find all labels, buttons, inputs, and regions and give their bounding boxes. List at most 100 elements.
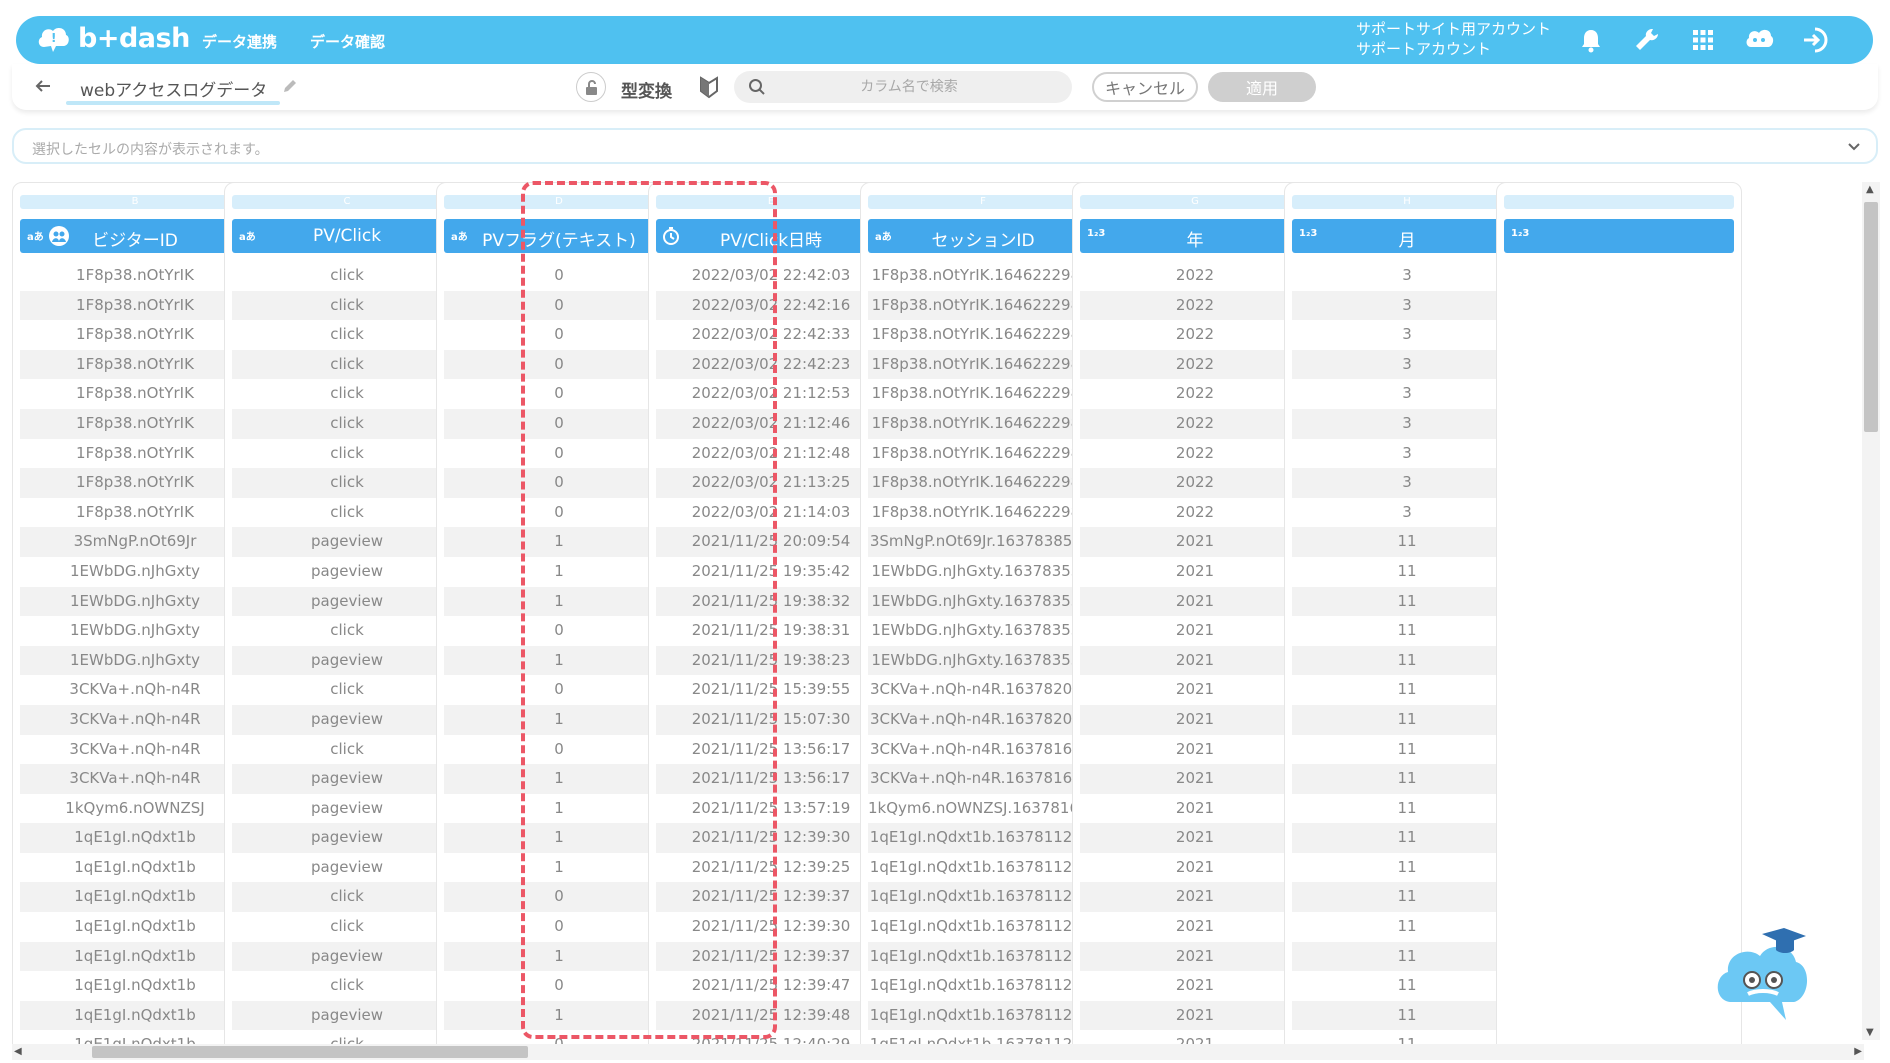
table-cell[interactable]: 3 [1292, 439, 1522, 469]
table-cell[interactable]: 1 [444, 704, 674, 735]
table-cell[interactable]: 1qE1gI.nQdxt1b.163781124... [868, 971, 1098, 1001]
table-cell[interactable]: click [232, 616, 462, 646]
table-cell[interactable]: pageview [232, 645, 462, 676]
table-cell[interactable]: pageview [232, 557, 462, 587]
column-letter[interactable]: F [868, 195, 1098, 209]
table-cell[interactable]: 1 [444, 941, 674, 972]
table-cell[interactable]: 1EWbDG.nJhGxty.16378355... [868, 616, 1098, 646]
table-cell[interactable]: 1EWbDG.nJhGxty [20, 645, 250, 676]
table-cell[interactable]: 2021/11/25 19:38:31 [656, 616, 886, 646]
table-cell[interactable]: 11 [1292, 586, 1522, 617]
table-cell[interactable]: 1F8p38.nOtYrIK [20, 349, 250, 380]
table-cell[interactable]: 3 [1292, 320, 1522, 350]
table-cell[interactable]: 2022/03/02 22:42:23 [656, 349, 886, 380]
table-cell[interactable]: 11 [1292, 823, 1522, 853]
table-cell[interactable]: click [232, 498, 462, 528]
table-cell[interactable]: 1F8p38.nOtYrIK [20, 290, 250, 321]
table-cell[interactable]: 3 [1292, 498, 1522, 528]
table-cell[interactable]: 1F8p38.nOtYrIK.164622298... [868, 379, 1098, 409]
scroll-up-arrow-icon[interactable]: ▲ [1866, 184, 1874, 195]
column-letter[interactable] [1504, 195, 1734, 209]
table-cell[interactable]: 1F8p38.nOtYrIK.164622298... [868, 498, 1098, 528]
table-cell[interactable]: 2022/03/02 22:42:03 [656, 261, 886, 291]
table-cell[interactable]: 3CKVa+.nQh-n4R.16378160... [868, 735, 1098, 765]
table-cell[interactable]: 0 [444, 379, 674, 409]
column-header[interactable]: aあ PVフラグ(テキスト) [444, 219, 674, 253]
logo-cloud-icon[interactable]: ! [36, 23, 70, 53]
table-cell[interactable]: 3CKVa+.nQh-n4R.16378204... [868, 675, 1098, 705]
column-letter[interactable]: B [20, 195, 250, 209]
table-cell[interactable]: 0 [444, 971, 674, 1001]
table-cell[interactable]: 1F8p38.nOtYrIK [20, 261, 250, 291]
table-cell[interactable]: 2021 [1080, 675, 1310, 705]
table-cell[interactable]: 0 [444, 439, 674, 469]
table-cell[interactable]: click [232, 882, 462, 913]
column-header[interactable]: 1₂3 年 [1080, 219, 1310, 253]
table-cell[interactable]: 2021/11/25 12:39:47 [656, 971, 886, 1001]
table-cell[interactable]: 3 [1292, 468, 1522, 498]
table-cell[interactable]: 1F8p38.nOtYrIK [20, 408, 250, 439]
table-cell[interactable]: 11 [1292, 971, 1522, 1001]
table-cell[interactable]: 11 [1292, 764, 1522, 794]
table-cell[interactable]: 2021 [1080, 1000, 1310, 1031]
table-cell[interactable]: 2022/03/02 21:12:46 [656, 408, 886, 439]
table-cell[interactable]: 11 [1292, 912, 1522, 942]
column-letter[interactable]: C [232, 195, 462, 209]
column-e[interactable]: E PV/Click日時 2022/03/02 22:42:03 2022/03/02… [648, 182, 894, 1048]
table-cell[interactable]: 2021/11/25 13:56:17 [656, 735, 886, 765]
table-cell[interactable]: 2021/11/25 19:38:32 [656, 586, 886, 617]
table-cell[interactable]: 11 [1292, 882, 1522, 913]
column-letter[interactable]: G [1080, 195, 1310, 209]
table-cell[interactable]: 2022 [1080, 349, 1310, 380]
table-cell[interactable]: 3 [1292, 290, 1522, 321]
table-cell[interactable]: 1EWbDG.nJhGxty [20, 616, 250, 646]
table-cell[interactable]: 0 [444, 882, 674, 913]
scroll-left-arrow-icon[interactable]: ◀ [14, 1046, 22, 1057]
column-header[interactable]: aあ ビジターID [20, 219, 250, 253]
wrench-icon[interactable] [1632, 25, 1662, 55]
table-cell[interactable]: 3CKVa+.nQh-n4R [20, 704, 250, 735]
table-cell[interactable]: 3SmNgP.nOt69Jr [20, 527, 250, 557]
table-cell[interactable]: 2021/11/25 13:57:19 [656, 794, 886, 824]
table-cell[interactable]: 2022 [1080, 468, 1310, 498]
table-cell[interactable]: 0 [444, 408, 674, 439]
table-cell[interactable]: 2022 [1080, 261, 1310, 291]
table-cell[interactable]: 3CKVa+.nQh-n4R.16378160... [868, 764, 1098, 794]
table-cell[interactable]: 2021/11/25 20:09:54 [656, 527, 886, 557]
table-cell[interactable]: pageview [232, 823, 462, 853]
pencil-edit-icon[interactable] [282, 78, 298, 94]
table-cell[interactable]: 1kQym6.nOWNZSJ [20, 794, 250, 824]
table-cell[interactable]: 0 [444, 349, 674, 380]
table-cell[interactable]: 1EWbDG.nJhGxty [20, 557, 250, 587]
column-c[interactable]: Caあ PV/Click click click click click click clic… [224, 182, 470, 1048]
table-cell[interactable]: 2021 [1080, 735, 1310, 765]
horizontal-scrollbar[interactable]: ◀ ▶ [12, 1044, 1864, 1060]
table-cell[interactable]: 1F8p38.nOtYrIK.164622298... [868, 261, 1098, 291]
table-cell[interactable]: 11 [1292, 527, 1522, 557]
table-cell[interactable]: 2021 [1080, 616, 1310, 646]
column-letter[interactable]: H [1292, 195, 1522, 209]
table-cell[interactable]: 1qE1gI.nQdxt1b [20, 1000, 250, 1031]
vertical-scroll-thumb[interactable] [1864, 202, 1878, 432]
table-cell[interactable]: 1 [444, 853, 674, 883]
column-header[interactable]: 1₂3 [1504, 219, 1734, 253]
table-cell[interactable]: 1kQym6.nOWNZSJ.16378161... [868, 794, 1098, 824]
table-cell[interactable]: 11 [1292, 675, 1522, 705]
column-b[interactable]: Baあ ビジターID 1F8p38.nOtYrIK 1F8p38.nOtYrIK 1F8… [12, 182, 258, 1048]
back-arrow-icon[interactable] [34, 77, 52, 95]
vertical-scrollbar[interactable]: ▲ ▼ [1862, 182, 1880, 1040]
table-cell[interactable]: 0 [444, 261, 674, 291]
table-cell[interactable]: 3 [1292, 408, 1522, 439]
table-cell[interactable]: 11 [1292, 735, 1522, 765]
table-cell[interactable]: 0 [444, 675, 674, 705]
table-cell[interactable]: click [232, 408, 462, 439]
column-header[interactable]: aあ PV/Click [232, 219, 462, 253]
table-cell[interactable]: 1F8p38.nOtYrIK [20, 320, 250, 350]
table-cell[interactable]: 0 [444, 320, 674, 350]
table-cell[interactable]: 2021/11/25 19:38:23 [656, 645, 886, 676]
table-cell[interactable]: 1F8p38.nOtYrIK.164622298... [868, 439, 1098, 469]
table-cell[interactable]: pageview [232, 853, 462, 883]
table-cell[interactable]: 1 [444, 823, 674, 853]
search-input[interactable] [794, 75, 1024, 99]
table-cell[interactable]: 2022/03/02 21:12:53 [656, 379, 886, 409]
